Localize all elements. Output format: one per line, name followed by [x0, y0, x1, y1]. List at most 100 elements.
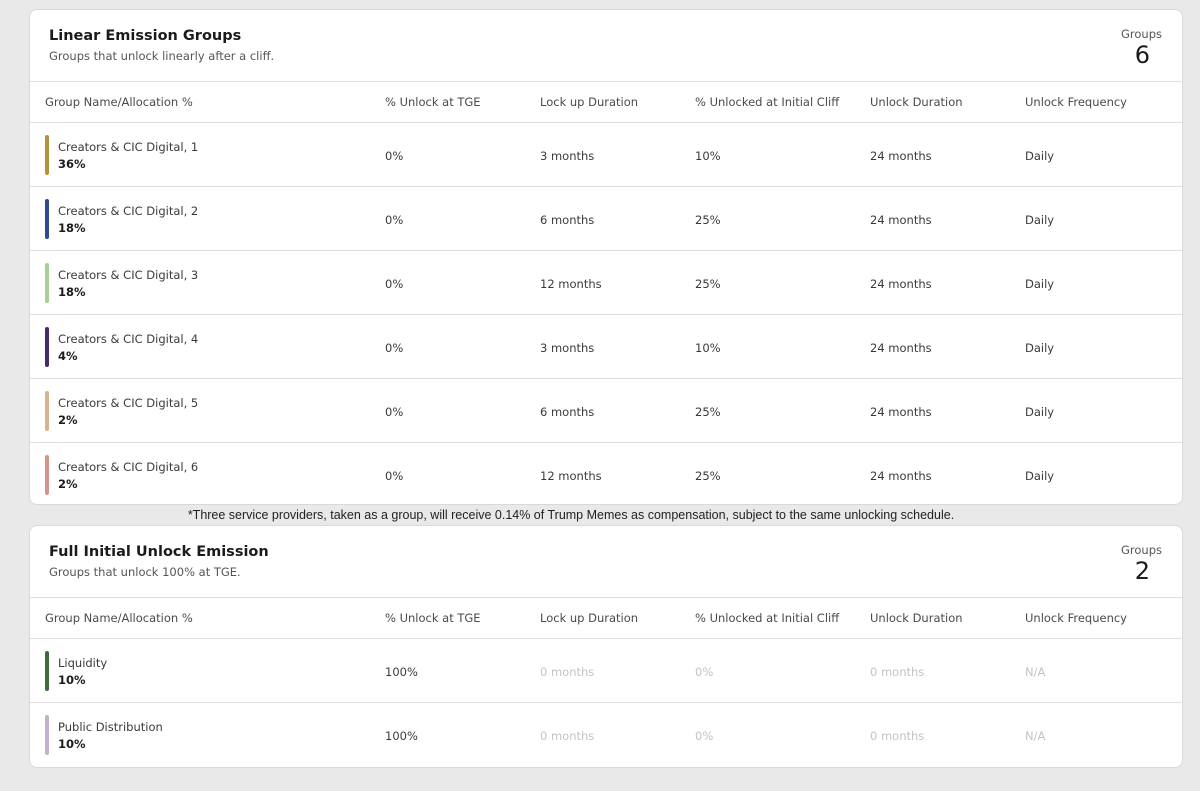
group-name: Creators & CIC Digital, 3: [58, 268, 199, 282]
group-color-swatch: [45, 391, 49, 431]
group-name: Creators & CIC Digital, 4: [58, 332, 199, 346]
group-color-swatch: [45, 651, 49, 691]
groups-count: 2: [1134, 557, 1150, 585]
cell-cliff: 10%: [695, 341, 721, 355]
cell-unlock-tge: 0%: [385, 469, 404, 483]
column-header-lockup: Lock up Duration: [540, 95, 639, 109]
groups-label: Groups: [1120, 27, 1162, 41]
footnote: *Three service providers, taken as a gro…: [187, 508, 955, 522]
cell-lockup: 6 months: [540, 405, 595, 419]
group-name: Liquidity: [58, 656, 108, 670]
cell-cliff: 0%: [695, 729, 714, 743]
cell-unlock-frequency: N/A: [1025, 665, 1046, 679]
cell-unlock-frequency: Daily: [1025, 405, 1055, 419]
table-row: Public Distribution 10% 100% 0 months 0% 0 mo…: [30, 703, 1182, 767]
card-subtitle: Groups that unlock 100% at TGE.: [49, 565, 241, 579]
column-header-unlock-duration: Unlock Duration: [870, 611, 963, 625]
card-header: Full Initial Unlock Emission Groups that…: [30, 526, 1182, 598]
group-color-swatch: [45, 263, 49, 303]
cell-unlock-tge: 100%: [385, 665, 418, 679]
column-header-cliff: % Unlocked at Initial Cliff: [695, 95, 840, 109]
cell-cliff: 25%: [695, 277, 721, 291]
table-row: Creators & CIC Digital, 3 18% 0% 12 months 2…: [30, 251, 1182, 315]
cell-unlock-frequency: Daily: [1025, 213, 1055, 227]
group-color-swatch: [45, 135, 49, 175]
cell-lockup: 6 months: [540, 213, 595, 227]
column-header-unlock-tge: % Unlock at TGE: [385, 95, 481, 109]
column-header-lockup: Lock up Duration: [540, 611, 639, 625]
table-row: Creators & CIC Digital, 6 2% 0% 12 months 25…: [30, 443, 1182, 504]
group-color-swatch: [45, 455, 49, 495]
cell-unlock-tge: 0%: [385, 277, 404, 291]
column-header-unlock-tge: % Unlock at TGE: [385, 611, 481, 625]
card-subtitle: Groups that unlock linearly after a clif…: [49, 49, 275, 63]
table-row: Creators & CIC Digital, 2 18% 0% 6 months 25…: [30, 187, 1182, 251]
cell-lockup: 0 months: [540, 665, 595, 679]
cell-cliff: 0%: [695, 665, 714, 679]
group-color-swatch: [45, 715, 49, 755]
group-allocation: 10%: [58, 737, 86, 751]
table-row: Liquidity 10% 100% 0 months 0% 0 months N/A: [30, 639, 1182, 703]
group-color-swatch: [45, 327, 49, 367]
card-title: Linear Emission Groups: [49, 28, 242, 44]
group-allocation: 10%: [58, 673, 86, 687]
column-header-group-name: Group Name/Allocation %: [45, 95, 193, 109]
column-header-group-name: Group Name/Allocation %: [45, 611, 193, 625]
cell-unlock-frequency: Daily: [1025, 341, 1055, 355]
cell-unlock-duration: 24 months: [870, 341, 932, 355]
card-title: Full Initial Unlock Emission: [49, 544, 269, 560]
group-allocation: 18%: [58, 221, 86, 235]
group-allocation: 36%: [58, 157, 86, 171]
cell-lockup: 0 months: [540, 729, 595, 743]
group-allocation: 2%: [58, 413, 78, 427]
cell-unlock-duration: 24 months: [870, 469, 932, 483]
group-name: Creators & CIC Digital, 6: [58, 460, 199, 474]
cell-unlock-tge: 100%: [385, 729, 418, 743]
cell-cliff: 25%: [695, 469, 721, 483]
cell-unlock-frequency: Daily: [1025, 149, 1055, 163]
cell-unlock-tge: 0%: [385, 405, 404, 419]
table-body: Creators & CIC Digital, 1 36% 0% 3 months 10…: [30, 123, 1182, 504]
column-header-unlock-frequency: Unlock Frequency: [1025, 95, 1127, 109]
table-header: Group Name/Allocation % % Unlock at TGE …: [30, 82, 1182, 123]
group-allocation: 4%: [58, 349, 78, 363]
cell-lockup: 3 months: [540, 149, 595, 163]
cell-unlock-duration: 24 months: [870, 149, 932, 163]
cell-unlock-duration: 0 months: [870, 729, 925, 743]
column-header-unlock-duration: Unlock Duration: [870, 95, 963, 109]
cell-unlock-tge: 0%: [385, 341, 404, 355]
group-name: Creators & CIC Digital, 2: [58, 204, 199, 218]
cell-lockup: 3 months: [540, 341, 595, 355]
group-name: Creators & CIC Digital, 1: [58, 140, 199, 154]
cell-unlock-duration: 24 months: [870, 213, 932, 227]
cell-unlock-duration: 24 months: [870, 277, 932, 291]
full-unlock-card: Full Initial Unlock Emission Groups that…: [29, 525, 1183, 768]
group-name: Public Distribution: [58, 720, 163, 734]
cell-unlock-tge: 0%: [385, 149, 404, 163]
cell-cliff: 25%: [695, 405, 721, 419]
cell-cliff: 25%: [695, 213, 721, 227]
table-row: Creators & CIC Digital, 5 2% 0% 6 months 25%…: [30, 379, 1182, 443]
table-row: Creators & CIC Digital, 1 36% 0% 3 months 10…: [30, 123, 1182, 187]
table-header: Group Name/Allocation % % Unlock at TGE …: [30, 598, 1182, 639]
cell-lockup: 12 months: [540, 277, 602, 291]
group-allocation: 18%: [58, 285, 86, 299]
group-allocation: 2%: [58, 477, 78, 491]
cell-unlock-frequency: N/A: [1025, 729, 1046, 743]
cell-unlock-tge: 0%: [385, 213, 404, 227]
linear-emission-card: Linear Emission Groups Groups that unloc…: [29, 9, 1183, 505]
column-header-unlock-frequency: Unlock Frequency: [1025, 611, 1127, 625]
cell-unlock-duration: 0 months: [870, 665, 925, 679]
column-header-cliff: % Unlocked at Initial Cliff: [695, 611, 840, 625]
cell-unlock-duration: 24 months: [870, 405, 932, 419]
table-row: Creators & CIC Digital, 4 4% 0% 3 months 10%…: [30, 315, 1182, 379]
groups-label: Groups: [1120, 543, 1162, 557]
group-name: Creators & CIC Digital, 5: [58, 396, 199, 410]
cell-unlock-frequency: Daily: [1025, 469, 1055, 483]
group-color-swatch: [45, 199, 49, 239]
cell-lockup: 12 months: [540, 469, 602, 483]
cell-unlock-frequency: Daily: [1025, 277, 1055, 291]
table-body: Liquidity 10% 100% 0 months 0% 0 months N/A Pub…: [30, 639, 1182, 767]
cell-cliff: 10%: [695, 149, 721, 163]
groups-count: 6: [1134, 41, 1150, 69]
